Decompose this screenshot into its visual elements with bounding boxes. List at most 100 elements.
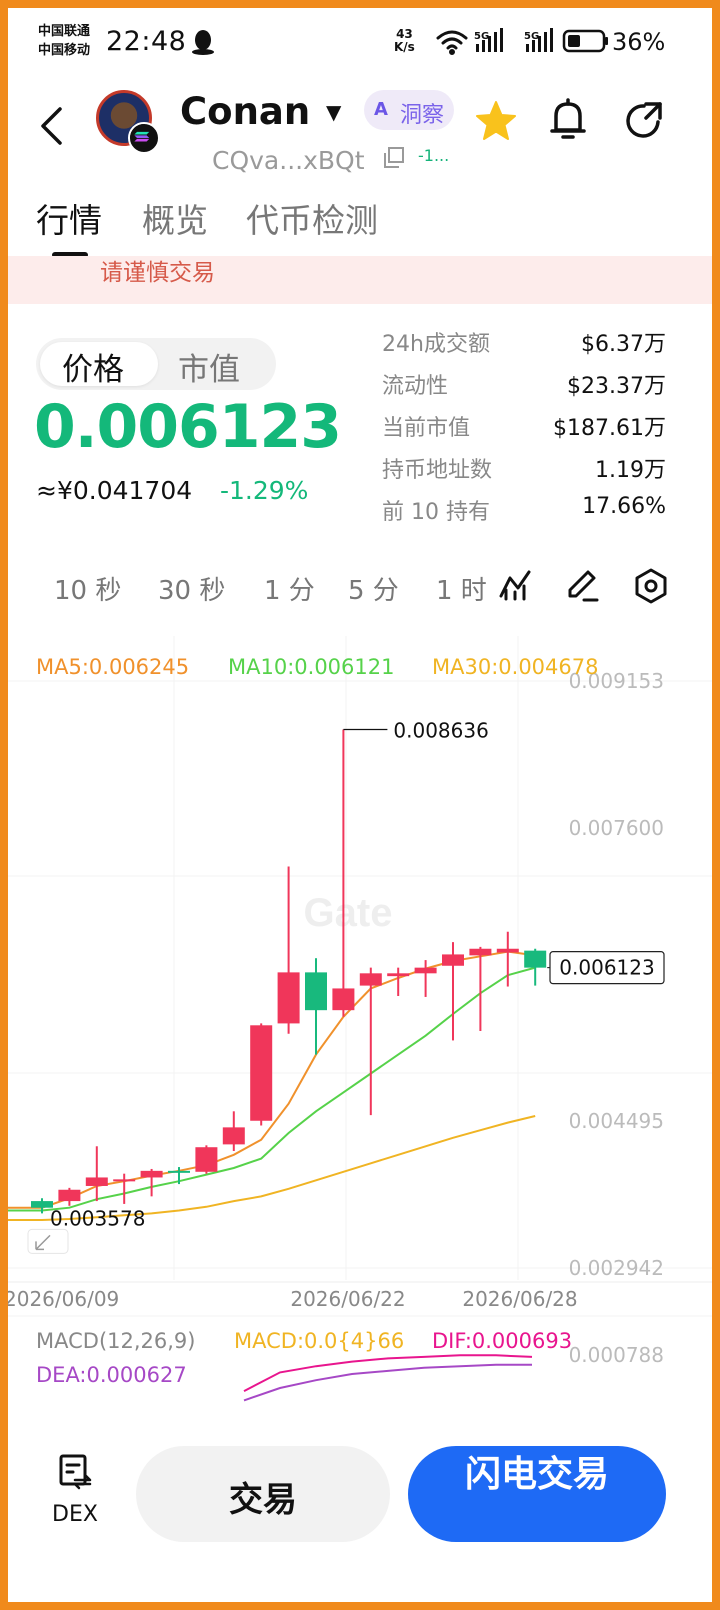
high-price-label: 0.008636 bbox=[393, 718, 488, 742]
signal-2-label: 5G bbox=[524, 31, 539, 42]
x-axis-labels: 2026/06/09 2026/06/22 2026/06/28 bbox=[8, 1287, 578, 1311]
solana-chain-icon bbox=[128, 122, 160, 154]
toggle-market-cap[interactable]: 市值 bbox=[178, 344, 240, 389]
candle-up bbox=[442, 954, 464, 966]
stat-label-top10: 前 10 持有 bbox=[382, 500, 490, 525]
interval-5m[interactable]: 5 分 bbox=[348, 570, 399, 607]
address-change-badge: -1... bbox=[418, 146, 450, 165]
candle-up bbox=[195, 1147, 218, 1172]
reset-view-button bbox=[27, 1228, 69, 1254]
candle-up bbox=[277, 972, 300, 1024]
dex-icon[interactable] bbox=[58, 1454, 92, 1490]
y-tick-label: 0.004495 bbox=[569, 1109, 664, 1133]
candle-up bbox=[250, 1025, 273, 1121]
candle-up bbox=[359, 973, 382, 986]
candle-up bbox=[58, 1189, 81, 1202]
price-mcap-toggle[interactable]: 价格 市值 bbox=[36, 338, 276, 390]
x-tick-label: 2026/06/28 bbox=[462, 1287, 577, 1311]
status-bar: 中国联通 中国移动 22:48 43 K/s 5G 5G 36% bbox=[8, 8, 712, 74]
interval-1h[interactable]: 1 时 bbox=[436, 570, 488, 607]
stat-value-top10: 17.66% bbox=[582, 494, 666, 519]
stat-label-mcap: 当前市值 bbox=[382, 416, 471, 441]
tab-token-check[interactable]: 代币检测 bbox=[246, 194, 378, 242]
candle-up bbox=[469, 948, 492, 956]
candle-up bbox=[222, 1127, 245, 1145]
candlesticks bbox=[31, 729, 547, 1214]
macd-value: MACD:0.0{4}66 bbox=[234, 1329, 404, 1353]
y-tick-label: 0.007600 bbox=[569, 816, 664, 840]
candle-down bbox=[305, 972, 327, 1011]
macd-axis-label: 0.000788 bbox=[569, 1343, 664, 1367]
ai-logo-icon: A bbox=[374, 99, 388, 120]
battery-percent: 36% bbox=[612, 28, 666, 56]
current-price: 0.006123 bbox=[34, 392, 342, 462]
trade-button-label: 交易 bbox=[229, 1480, 297, 1520]
dex-label[interactable]: DEX bbox=[52, 1502, 98, 1527]
battery-icon bbox=[562, 29, 608, 53]
candle-up bbox=[140, 1170, 163, 1178]
interval-10s[interactable]: 10 秒 bbox=[54, 570, 121, 607]
carrier-1: 中国联通 bbox=[38, 24, 91, 39]
dea-line bbox=[243, 1363, 532, 1402]
signal-icons: 5G 5G bbox=[436, 28, 608, 55]
app-screen: 中国联通 中国移动 22:48 43 K/s 5G 5G 36% Conan ▼… bbox=[8, 8, 712, 1602]
stat-value-mcap: $187.61万 bbox=[553, 416, 666, 441]
low-price-label: 0.003578 bbox=[50, 1206, 145, 1230]
flash-trade-button[interactable]: 闪电交易 bbox=[408, 1446, 666, 1542]
interval-30s[interactable]: 30 秒 bbox=[158, 570, 225, 607]
network-speed: 43 K/s bbox=[394, 27, 415, 54]
macd-params: MACD(12,26,9) bbox=[36, 1329, 196, 1353]
ai-insight-label: 洞察 bbox=[400, 103, 445, 128]
clock: 22:48 bbox=[106, 26, 187, 57]
back-icon[interactable] bbox=[38, 106, 64, 146]
watermark: Gate bbox=[304, 891, 393, 935]
bottom-action-bar: DEX 交易 闪电交易 bbox=[8, 1418, 712, 1602]
candle-up bbox=[85, 1177, 108, 1186]
trade-button[interactable]: 交易 bbox=[136, 1446, 390, 1542]
candle-down bbox=[524, 950, 547, 968]
risk-warning-banner: 请谨慎交易 bbox=[8, 256, 712, 304]
candle-up bbox=[113, 1179, 136, 1182]
x-tick-label: 2026/06/22 bbox=[290, 1287, 405, 1311]
contract-address: CQva...xBQt bbox=[212, 146, 365, 175]
indicator-icon[interactable] bbox=[498, 568, 532, 602]
wifi-icon bbox=[436, 30, 468, 55]
price-chart[interactable]: Gate 0.0091530.0076000.0044950.002942 0.… bbox=[8, 626, 712, 1416]
chevron-down-icon[interactable]: ▼ bbox=[326, 100, 341, 124]
risk-warning-text: 请谨慎交易 bbox=[100, 260, 215, 286]
tab-overview[interactable]: 概览 bbox=[142, 194, 208, 242]
ai-insight-button[interactable]: A 洞察 bbox=[364, 90, 454, 130]
settings-icon[interactable] bbox=[634, 568, 668, 604]
candle-down bbox=[168, 1170, 190, 1173]
ma30-line bbox=[8, 1115, 536, 1221]
macd-dea: DEA:0.000627 bbox=[36, 1363, 187, 1387]
toggle-price[interactable]: 价格 bbox=[62, 344, 124, 389]
qq-icon bbox=[192, 30, 214, 55]
ma5-legend: MA5:0.006245 bbox=[36, 655, 189, 679]
stat-value-volume: $6.37万 bbox=[581, 332, 666, 357]
flash-trade-label: 闪电交易 bbox=[464, 1454, 609, 1495]
carrier-2: 中国移动 bbox=[38, 43, 91, 58]
macd-panel bbox=[243, 1354, 533, 1402]
token-name[interactable]: Conan bbox=[180, 90, 310, 133]
tab-market[interactable]: 行情 bbox=[36, 194, 102, 242]
copy-icon[interactable] bbox=[382, 146, 406, 170]
share-icon[interactable] bbox=[624, 100, 664, 140]
ma30-legend: MA30:0.004678 bbox=[432, 655, 598, 679]
y-tick-label: 0.002942 bbox=[569, 1256, 664, 1280]
stat-label-holders: 持币地址数 bbox=[382, 458, 493, 483]
price-cny: ≈¥0.041704 bbox=[36, 476, 193, 505]
candle-up bbox=[332, 988, 355, 1011]
x-tick-label: 2026/06/09 bbox=[8, 1287, 119, 1311]
macd-dif: DIF:0.000693 bbox=[432, 1329, 572, 1353]
bell-icon[interactable] bbox=[548, 98, 588, 142]
signal-1-label: 5G bbox=[474, 31, 489, 42]
stat-label-volume: 24h成交额 bbox=[382, 332, 490, 357]
draw-pencil-icon[interactable] bbox=[564, 568, 600, 604]
interval-1m[interactable]: 1 分 bbox=[264, 570, 315, 607]
candle-up bbox=[496, 948, 519, 953]
carrier-labels: 中国联通 中国移动 bbox=[38, 22, 90, 60]
current-price-label: 0.006123 bbox=[559, 956, 654, 980]
favorite-star-icon[interactable] bbox=[474, 100, 518, 142]
stat-value-liquidity: $23.37万 bbox=[567, 374, 666, 399]
